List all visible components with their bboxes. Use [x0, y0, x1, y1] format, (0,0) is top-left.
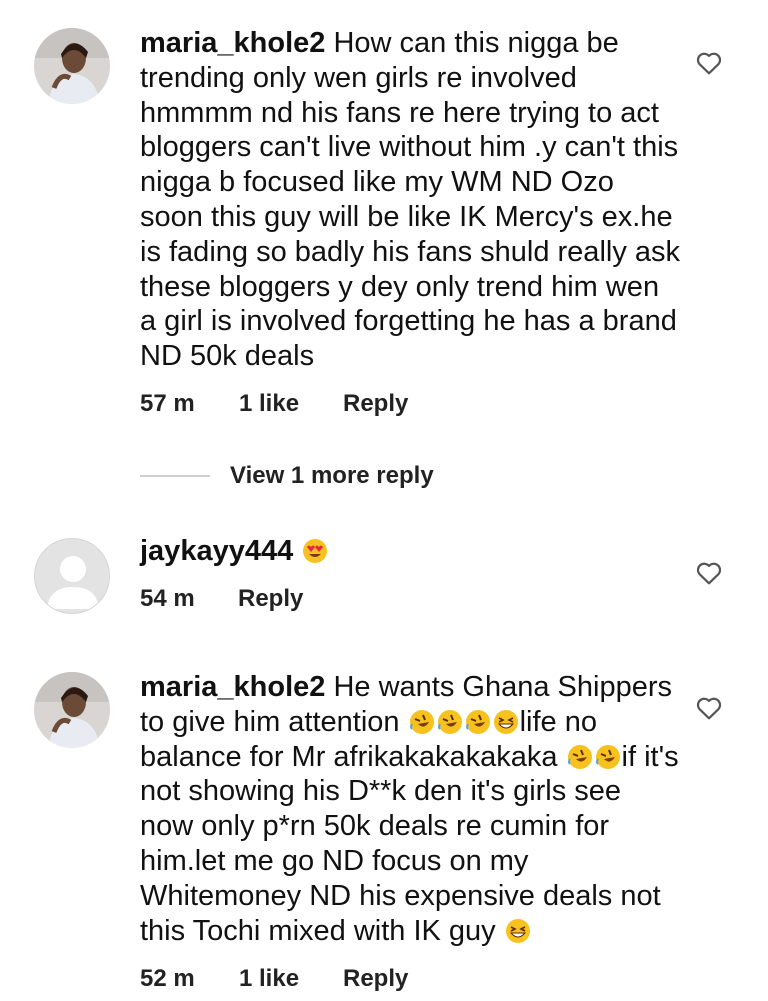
comment-text: maria_khole2 He wants Ghana Shippers to … [140, 670, 680, 948]
comment-text: jaykayy444 [140, 534, 680, 569]
timestamp: 52 m [140, 965, 195, 992]
rolling-laughing-emoji [465, 709, 490, 734]
avatar-photo [34, 672, 110, 748]
heart-outline-icon[interactable] [696, 51, 722, 75]
reply-divider [140, 475, 210, 477]
heart-eyes-emoji [303, 539, 328, 563]
rolling-laughing-emoji [409, 709, 434, 734]
grinning-squinting-emoji [493, 709, 518, 734]
avatar[interactable] [34, 28, 110, 104]
heart-outline-icon[interactable] [696, 696, 722, 720]
rolling-laughing-emoji [595, 744, 620, 769]
avatar[interactable] [34, 672, 110, 748]
comment-body: How can this nigga be trending only wen … [140, 27, 681, 373]
username[interactable]: maria_khole2 [140, 671, 325, 703]
grinning-squinting-emoji [505, 918, 530, 943]
username[interactable]: maria_khole2 [140, 27, 325, 59]
avatar[interactable] [34, 538, 110, 614]
comment-text: maria_khole2 How can this nigga be trend… [140, 26, 680, 374]
view-more-replies-label[interactable]: View 1 more reply [230, 462, 434, 490]
heart-outline-icon[interactable] [696, 561, 722, 585]
reply-button[interactable]: Reply [238, 585, 303, 613]
reply-button[interactable]: Reply [343, 390, 408, 418]
like-count[interactable]: 1 like [239, 390, 343, 418]
like-count[interactable]: 1 like [239, 965, 343, 993]
view-more-replies[interactable]: View 1 more reply [140, 461, 434, 491]
reply-button[interactable]: Reply [343, 965, 408, 993]
timestamp: 54 m [140, 585, 195, 612]
timestamp: 57 m [140, 390, 195, 417]
rolling-laughing-emoji [437, 709, 462, 734]
default-avatar-icon [47, 556, 99, 609]
username[interactable]: jaykayy444 [140, 535, 293, 567]
rolling-laughing-emoji [567, 744, 592, 769]
avatar-photo [34, 28, 110, 104]
